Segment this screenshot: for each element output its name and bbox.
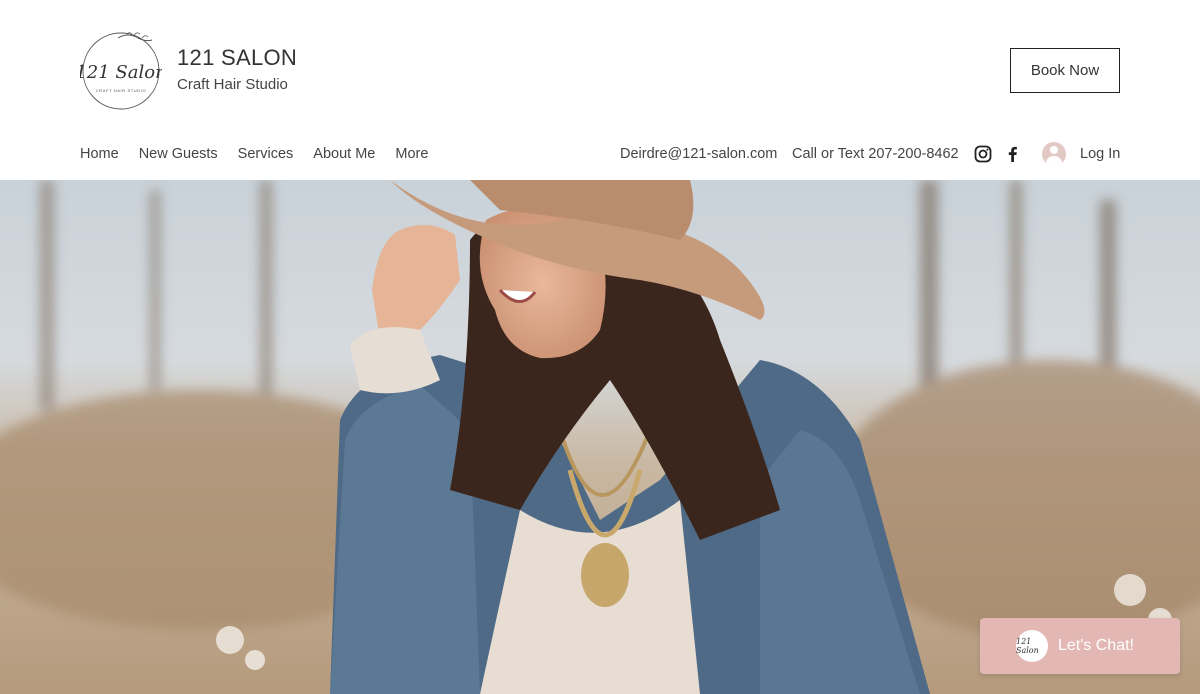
book-now-button[interactable]: Book Now (1010, 48, 1120, 93)
svg-text:CRAFT HAIR STUDIO: CRAFT HAIR STUDIO (96, 88, 146, 93)
nav-item-more[interactable]: More (395, 146, 428, 162)
email-link[interactable]: Deirdre@121-salon.com (620, 146, 777, 162)
hero-image (0, 180, 1200, 694)
chat-widget-button[interactable]: 121 Salon Let's Chat! (980, 618, 1180, 674)
salon-logo[interactable]: 121 Salon CRAFT HAIR STUDIO (80, 30, 162, 112)
brand-tagline: Craft Hair Studio (177, 76, 288, 93)
login-button[interactable]: Log In (1042, 142, 1120, 166)
site-header: 121 Salon CRAFT HAIR STUDIO 121 SALON Cr… (0, 0, 1200, 180)
main-nav: Home New Guests Services About Me More (80, 146, 428, 162)
chat-label: Let's Chat! (1058, 637, 1134, 654)
hero-photo (0, 180, 1200, 694)
facebook-icon[interactable] (1004, 145, 1022, 163)
nav-item-home[interactable]: Home (80, 146, 119, 162)
user-avatar-icon (1042, 142, 1066, 166)
svg-text:121 Salon: 121 Salon (80, 62, 162, 83)
instagram-icon[interactable] (974, 145, 992, 163)
login-label: Log In (1080, 146, 1121, 162)
chat-avatar: 121 Salon (1016, 630, 1048, 662)
nav-item-new-guests[interactable]: New Guests (139, 146, 218, 162)
phone-text: Call or Text 207-200-8462 (792, 146, 959, 162)
nav-item-services[interactable]: Services (238, 146, 294, 162)
brand-name[interactable]: 121 SALON (177, 45, 297, 71)
nav-item-about-me[interactable]: About Me (313, 146, 375, 162)
